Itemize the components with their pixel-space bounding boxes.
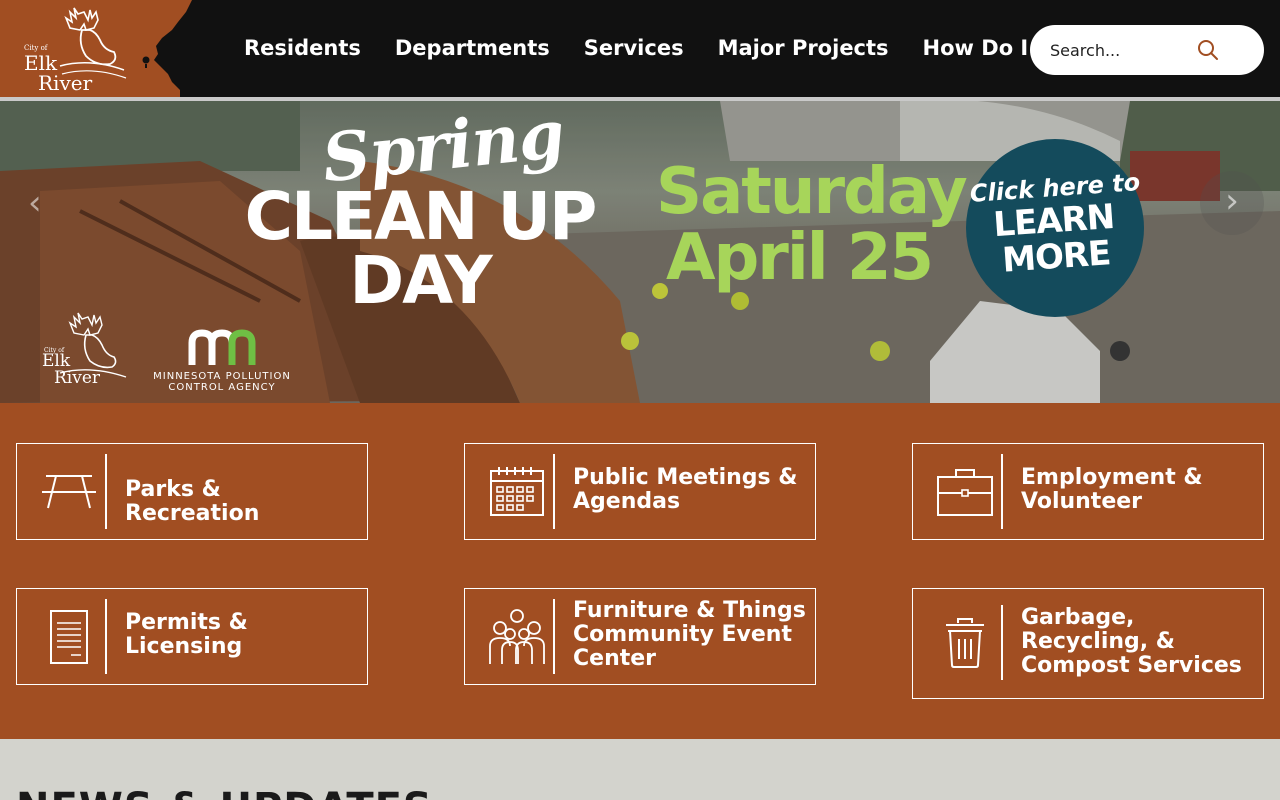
- hero-event-date: Saturday April 25: [656, 155, 968, 295]
- city-logo[interactable]: City of Elk River: [0, 0, 200, 97]
- search-box: [1030, 25, 1264, 75]
- picnic-table-icon: [31, 454, 107, 529]
- quick-link-furniture-things[interactable]: Furniture & Things Community Event Cente…: [464, 588, 816, 685]
- quick-link-label: Parks & Recreation: [125, 477, 260, 526]
- hero-cleanup-line2: DAY: [349, 242, 492, 319]
- mpca-line2: CONTROL AGENCY: [168, 382, 276, 393]
- quick-link-parks-recreation[interactable]: Parks & Recreation: [16, 443, 368, 540]
- briefcase-icon: [927, 454, 1003, 529]
- news-heading: NEWS & UPDATES: [16, 785, 433, 800]
- nav-residents[interactable]: Residents: [230, 36, 381, 62]
- tile-divider: [105, 599, 107, 674]
- news-section: NEWS & UPDATES: [0, 739, 1280, 800]
- quick-link-label: Public Meetings & Agendas: [573, 465, 798, 514]
- people-group-icon: [479, 599, 555, 674]
- logo-river: River: [38, 71, 93, 95]
- hero-cleanup-line1: CLEAN UP: [244, 178, 598, 255]
- calendar-icon: [479, 454, 555, 529]
- quick-links-section: Parks & Recreation Public Meetings & Age…: [0, 403, 1280, 739]
- mpca-logo-icon: [188, 329, 256, 365]
- trash-can-icon: [927, 605, 1003, 680]
- nav-departments[interactable]: Departments: [381, 36, 570, 62]
- search-input[interactable]: [1050, 37, 1220, 63]
- nav-services[interactable]: Services: [570, 36, 704, 62]
- nav-major-projects[interactable]: Major Projects: [704, 36, 909, 62]
- mpca-line1: MINNESOTA POLLUTION: [153, 371, 291, 382]
- hero-title-cleanup: CLEAN UP DAY: [210, 178, 630, 319]
- main-nav: Residents Departments Services Major Pro…: [230, 0, 1048, 97]
- tile-divider: [105, 454, 107, 529]
- quick-link-label: Employment & Volunteer: [1021, 465, 1203, 514]
- hero-banner[interactable]: Spring CLEAN UP DAY Saturday April 25 Cl…: [0, 101, 1280, 403]
- quick-link-label: Permits & Licensing: [125, 610, 248, 659]
- tile-divider: [553, 599, 555, 674]
- nav-how-do-i[interactable]: How Do I: [909, 36, 1049, 62]
- quick-link-public-meetings[interactable]: Public Meetings & Agendas: [464, 443, 816, 540]
- search-icon[interactable]: [1196, 38, 1220, 66]
- quick-link-employment-volunteer[interactable]: Employment & Volunteer: [912, 443, 1264, 540]
- carousel-next-icon[interactable]: ›: [1200, 171, 1264, 235]
- tile-divider: [553, 454, 555, 529]
- quick-link-label: Garbage, Recycling, & Compost Services: [1021, 605, 1242, 678]
- document-icon: [31, 599, 107, 674]
- hero-logo-river: River: [54, 368, 101, 388]
- quick-link-permits-licensing[interactable]: Permits & Licensing: [16, 588, 368, 685]
- tile-divider: [1001, 454, 1003, 529]
- hero-date-line2: April 25: [665, 221, 934, 295]
- hero-date-line1: Saturday: [656, 155, 968, 229]
- quick-link-label: Furniture & Things Community Event Cente…: [573, 598, 806, 671]
- mpca-label: MINNESOTA POLLUTION CONTROL AGENCY: [150, 371, 294, 393]
- learn-more-line2: LEARN MORE: [964, 197, 1147, 281]
- site-header: City of Elk River Residents Departments …: [0, 0, 1280, 97]
- tile-divider: [1001, 605, 1003, 680]
- carousel-prev-icon[interactable]: ‹: [28, 183, 42, 223]
- quick-link-garbage-recycling[interactable]: Garbage, Recycling, & Compost Services: [912, 588, 1264, 699]
